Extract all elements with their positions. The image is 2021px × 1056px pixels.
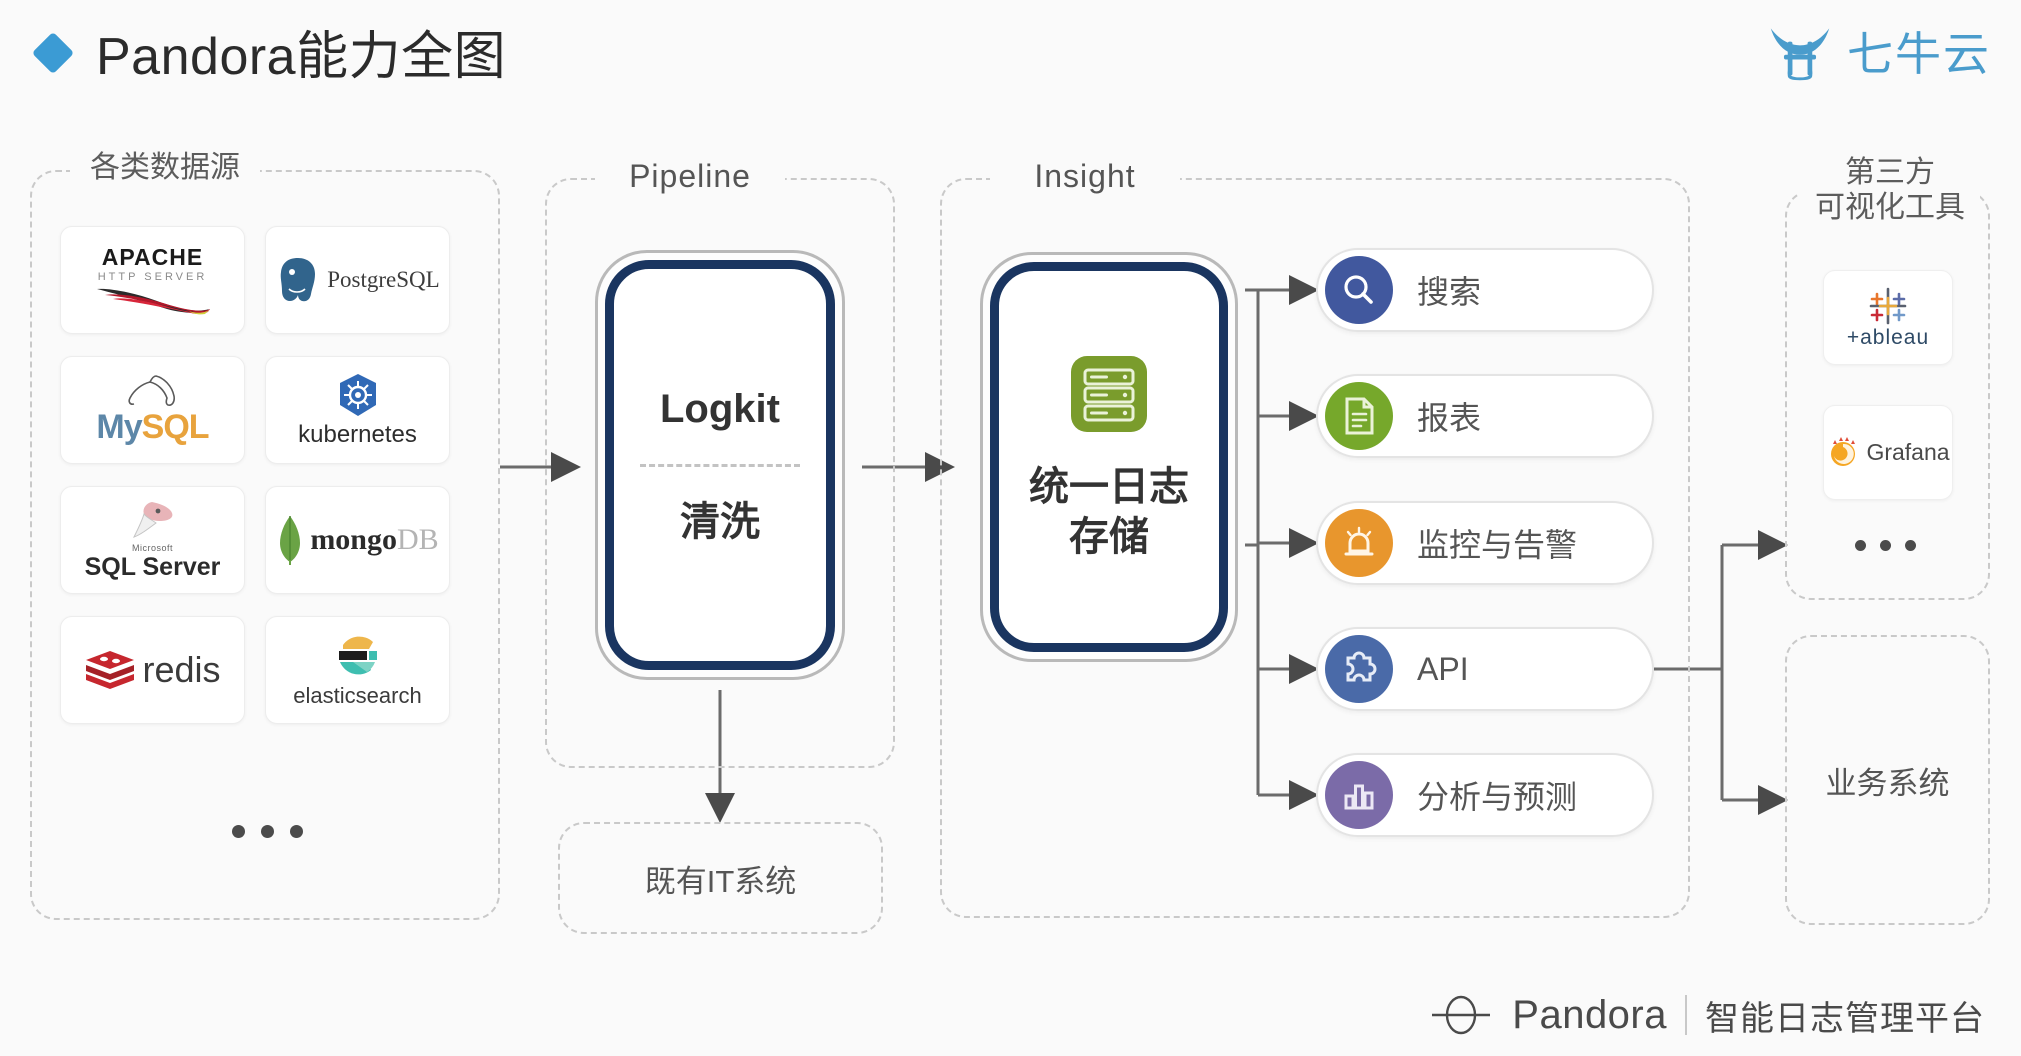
puzzle-piece-icon [1346, 651, 1377, 682]
insight-core-box: 统一日志 存储 [980, 252, 1238, 662]
group-pipeline-label: Pipeline [595, 158, 785, 196]
elasticsearch-logo: elasticsearch [293, 632, 422, 709]
capability-label-api: API [1417, 650, 1469, 687]
source-card-redis[interactable]: redis [60, 616, 245, 724]
group-data-sources-label: 各类数据源 [70, 150, 260, 186]
capability-pill-api[interactable]: API [1316, 627, 1654, 711]
business-system-label: 业务系统 [1825, 765, 1950, 801]
source-card-sqlserver[interactable]: Microsoft SQL Server [60, 486, 245, 594]
tool-card-grafana[interactable]: Grafana [1823, 405, 1953, 500]
capability-pill-report[interactable]: 报表 [1316, 374, 1654, 458]
mongodb-leaf-icon [280, 516, 301, 565]
diamond-icon [31, 31, 75, 75]
alarm-siren-icon [1344, 526, 1374, 556]
tableau-logo: +ableau [1847, 286, 1929, 350]
source-card-mongodb[interactable]: mongoDB [265, 486, 450, 594]
sqlserver-microsoft-text: Microsoft [131, 542, 173, 553]
capability-pill-monitoring[interactable]: 监控与告警 [1316, 501, 1654, 585]
capability-label-report: 报表 [1417, 400, 1482, 436]
footer-separator [1685, 995, 1687, 1035]
pipeline-core-box: Logkit 清洗 [595, 250, 845, 680]
grafana-logo: Grafana [1826, 436, 1950, 470]
apache-logo: APACHE HTTP SERVER [93, 244, 213, 317]
qiniu-brand-logo: 七牛云 [1767, 18, 1991, 84]
pandora-ring-icon [1432, 995, 1491, 1035]
footer-subtitle: 智能日志管理平台 [1705, 999, 1985, 1038]
alarm-icon-circle [1325, 509, 1393, 577]
sqlserver-icon [133, 501, 173, 538]
redis-wordmark: redis [142, 649, 221, 690]
page-title: Pandora能力全图 [96, 28, 507, 86]
analytics-icon-circle [1325, 761, 1393, 829]
brand-name: 七牛云 [1847, 28, 1991, 80]
tool-card-tableau[interactable]: +ableau [1823, 270, 1953, 365]
postgresql-logo: PostgreSQL [275, 255, 440, 305]
mysql-logo: MySQL [96, 374, 210, 447]
business-system-box: 业务系统 [1785, 635, 1990, 925]
apache-subtext: HTTP SERVER [97, 270, 208, 283]
capability-pill-search[interactable]: 搜索 [1316, 248, 1654, 332]
report-document-icon [1345, 397, 1374, 435]
group-third-party-tools [1785, 190, 1990, 600]
search-icon-circle [1325, 256, 1393, 324]
search-icon [1344, 275, 1373, 304]
insight-box-line2: 存储 [1069, 515, 1149, 559]
capability-label-monitoring: 监控与告警 [1417, 527, 1578, 563]
existing-it-system-box: 既有IT系统 [558, 822, 883, 934]
kubernetes-helm-icon [339, 373, 376, 416]
mongodb-wordmark: mongoDB [310, 523, 439, 556]
sqlserver-wordmark: SQL Server [84, 552, 221, 581]
existing-it-system-label: 既有IT系统 [644, 863, 797, 899]
elasticsearch-icon [339, 636, 378, 674]
sqlserver-logo: Microsoft SQL Server [84, 499, 221, 582]
kubernetes-wordmark: kubernetes [298, 420, 417, 448]
pipeline-box-divider [640, 463, 800, 467]
capability-label-analytics: 分析与预测 [1417, 779, 1578, 815]
mysql-wordmark: MySQL [96, 407, 209, 446]
pipeline-box-subtitle: 清洗 [680, 499, 760, 544]
redis-stack-icon [86, 651, 135, 689]
group-third-party-line1: 第三方 [1845, 156, 1935, 189]
source-card-kubernetes[interactable]: kubernetes [265, 356, 450, 464]
capability-pill-analytics[interactable]: 分析与预测 [1316, 753, 1654, 837]
group-third-party-line2: 可视化工具 [1815, 191, 1965, 225]
kubernetes-logo: kubernetes [298, 372, 417, 449]
postgresql-wordmark: PostgreSQL [327, 267, 440, 292]
capability-label-search: 搜索 [1417, 274, 1482, 310]
page-header: Pandora能力全图 七牛云 [0, 0, 2021, 118]
server-rack-icon [1071, 356, 1147, 432]
group-insight-label: Insight [990, 158, 1180, 196]
footer-product-name: Pandora [1512, 992, 1667, 1037]
third-party-more-dots [1855, 540, 1916, 551]
redis-logo: redis [84, 647, 221, 693]
report-icon-circle [1325, 382, 1393, 450]
tableau-icon [1869, 287, 1907, 324]
tableau-wordmark: +ableau [1846, 325, 1930, 349]
bar-chart-icon [1344, 784, 1374, 810]
postgresql-elephant-icon [280, 258, 316, 302]
data-sources-more-dots [232, 825, 303, 838]
mongodb-logo: mongoDB [276, 514, 439, 566]
qiniu-bull-icon [1770, 28, 1830, 81]
apache-feather-icon [96, 288, 210, 314]
source-card-apache[interactable]: APACHE HTTP SERVER [60, 226, 245, 334]
mysql-dolphin-icon [128, 374, 176, 406]
grafana-spiral-icon [1831, 436, 1856, 466]
insight-box-line1: 统一日志 [1029, 465, 1189, 509]
grafana-wordmark: Grafana [1866, 439, 1950, 465]
elasticsearch-wordmark: elasticsearch [293, 682, 422, 708]
pipeline-box-title: Logkit [660, 386, 780, 431]
source-card-elasticsearch[interactable]: elasticsearch [265, 616, 450, 724]
source-card-postgresql[interactable]: PostgreSQL [265, 226, 450, 334]
api-icon-circle [1325, 635, 1393, 703]
source-card-mysql[interactable]: MySQL [60, 356, 245, 464]
group-third-party-label: 第三方 可视化工具 [1800, 155, 1980, 226]
apache-wordmark: APACHE [101, 243, 204, 270]
footer-brand: Pandora 智能日志管理平台 [1428, 990, 1985, 1040]
